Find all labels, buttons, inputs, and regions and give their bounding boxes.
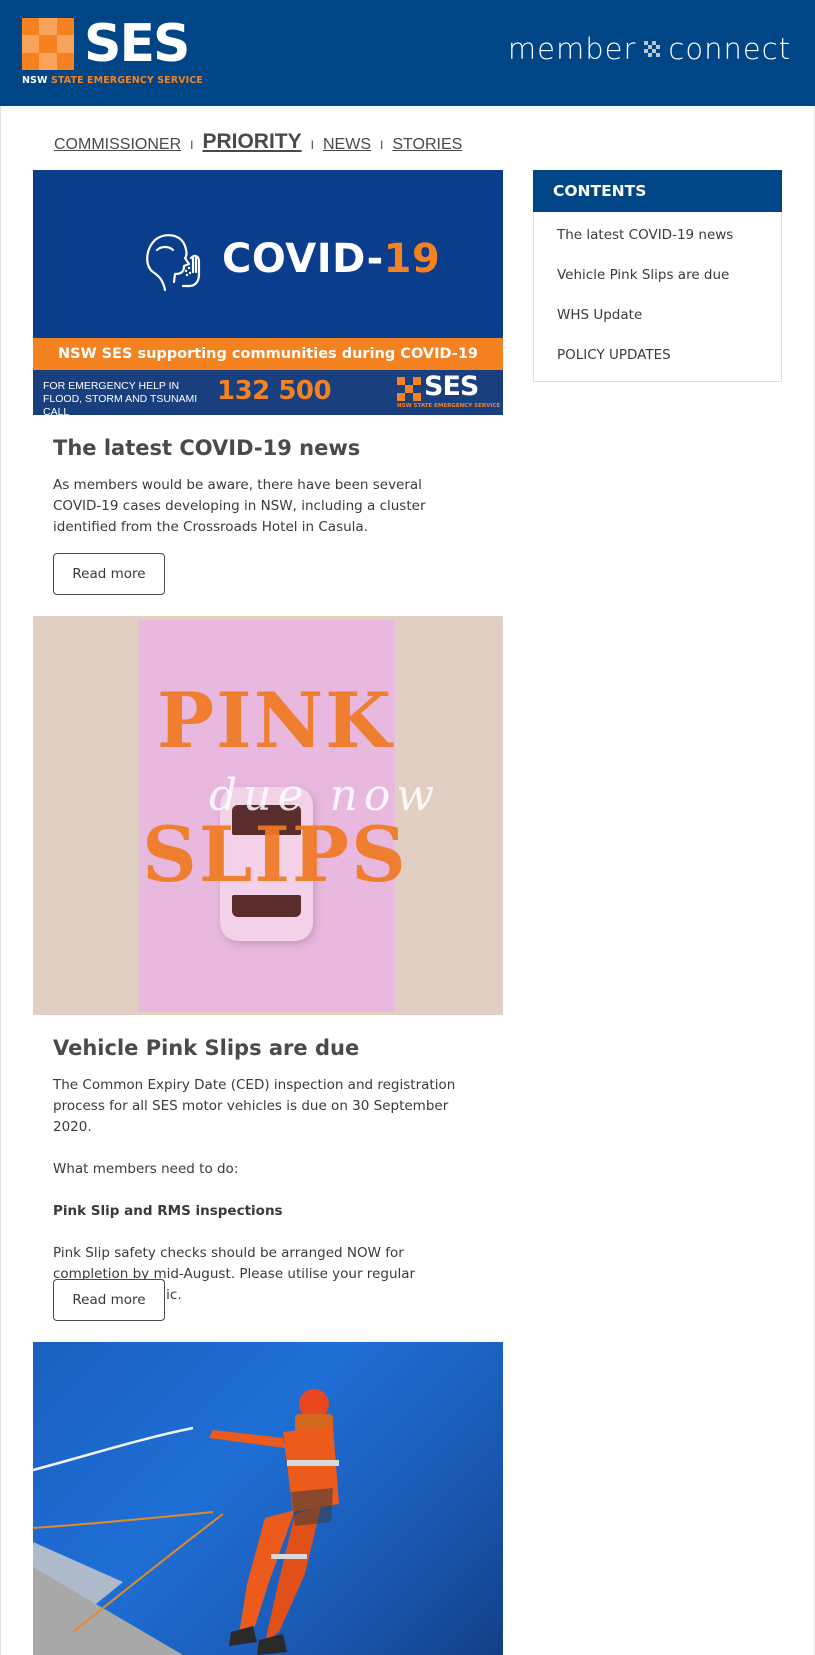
nav-priority[interactable]: PRIORITY	[202, 130, 301, 154]
brand-left: member	[507, 32, 637, 66]
whs-rope-access-image[interactable]	[33, 1342, 503, 1655]
article-paragraph: As members would be aware, there have be…	[53, 477, 426, 535]
member-connect-brand: member connect	[508, 32, 791, 66]
contents-item[interactable]: WHS Update	[557, 307, 733, 347]
covid-strip: NSW SES supporting communities during CO…	[33, 338, 503, 370]
pink-word: PINK	[157, 676, 394, 765]
contents-sidebar: CONTENTS The latest COVID-19 news Vehicl…	[533, 170, 782, 382]
covid-title: COVID-19	[222, 236, 441, 282]
article-paragraph: The Common Expiry Date (CED) inspection …	[53, 1077, 456, 1135]
read-more-button[interactable]: Read more	[53, 1279, 165, 1321]
logo-text: SES	[84, 14, 190, 74]
article-body: As members would be aware, there have be…	[53, 475, 473, 559]
mini-logo-text: SES	[424, 371, 479, 402]
top-nav: COMMISSIONER I PRIORITY I NEWS I STORIES	[54, 124, 462, 154]
article-title: The latest COVID-19 news	[53, 436, 361, 460]
pink-slips-image[interactable]: PINK SLIPS due now	[33, 616, 503, 1015]
emergency-help-text: FOR EMERGENCY HELP IN FLOOD, STORM AND T…	[43, 380, 198, 415]
article-paragraph: What members need to do:	[53, 1161, 239, 1177]
checker-icon	[397, 377, 421, 401]
brand-right: connect	[668, 32, 791, 66]
emergency-phone: 132 500	[217, 376, 332, 406]
covid-banner-image[interactable]: COVID-19 NSW SES supporting communities …	[33, 170, 503, 415]
rescuer-illustration	[33, 1389, 339, 1655]
due-now-script: due now	[209, 770, 441, 821]
checker-icon	[644, 41, 661, 57]
ses-mini-logo: SES NSW STATE EMERGENCY SERVICE	[397, 371, 501, 412]
slips-word: SLIPS	[142, 810, 408, 899]
nav-stories[interactable]: STORIES	[392, 136, 462, 154]
page-header: SES NSW STATE EMERGENCY SERVICE member c…	[0, 0, 815, 106]
contents-item[interactable]: The latest COVID-19 news	[557, 227, 733, 267]
nav-separator: I	[310, 138, 314, 152]
contents-heading: CONTENTS	[533, 170, 782, 212]
nav-separator: I	[380, 138, 384, 152]
cough-person-icon	[146, 234, 201, 292]
article-title: Vehicle Pink Slips are due	[53, 1036, 360, 1060]
contents-list: The latest COVID-19 news Vehicle Pink Sl…	[557, 227, 733, 387]
pink-card: PINK SLIPS due now	[139, 620, 434, 1012]
covid-footer: FOR EMERGENCY HELP IN FLOOD, STORM AND T…	[33, 370, 503, 415]
ses-logo[interactable]: SES NSW STATE EMERGENCY SERVICE	[22, 14, 212, 88]
contents-item[interactable]: POLICY UPDATES	[557, 347, 733, 387]
nav-separator: I	[190, 138, 194, 152]
nav-news[interactable]: NEWS	[323, 136, 371, 154]
checker-icon	[22, 18, 74, 70]
nav-commissioner[interactable]: COMMISSIONER	[54, 136, 181, 154]
article-subheading: Pink Slip and RMS inspections	[53, 1203, 283, 1219]
logo-subtitle: NSW STATE EMERGENCY SERVICE	[22, 75, 203, 86]
mini-logo-subtitle: NSW STATE EMERGENCY SERVICE	[397, 403, 501, 409]
contents-item[interactable]: Vehicle Pink Slips are due	[557, 267, 733, 307]
read-more-button[interactable]: Read more	[53, 553, 165, 595]
